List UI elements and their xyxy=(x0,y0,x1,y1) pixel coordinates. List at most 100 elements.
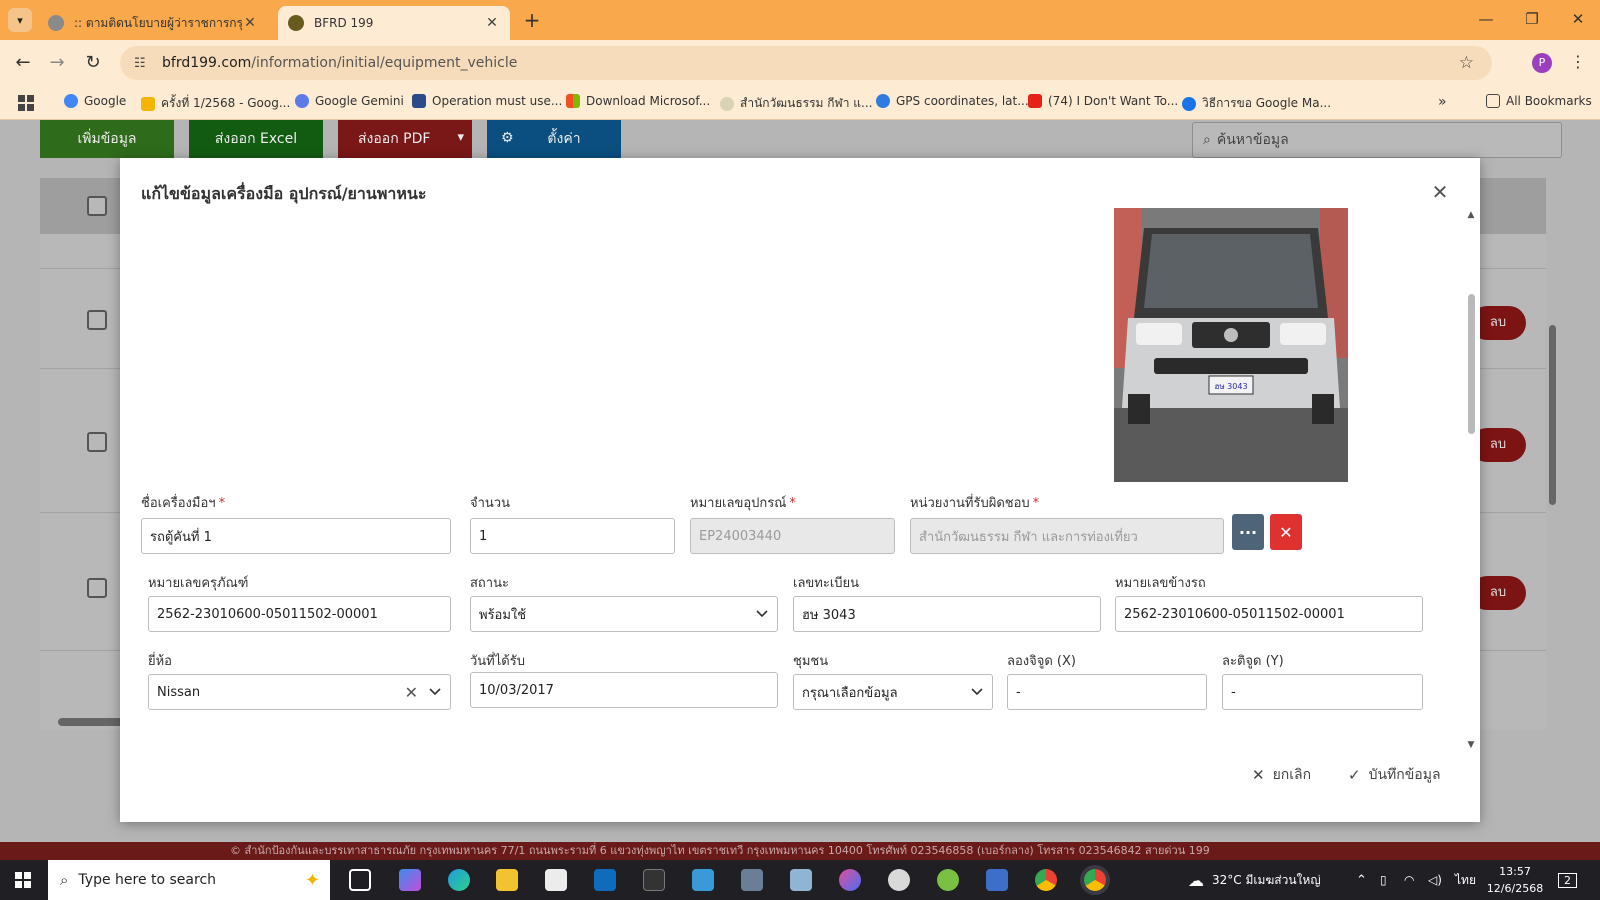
asset-no-input[interactable]: 2562-23010600-05011502-00001 xyxy=(148,596,451,632)
add-data-button[interactable]: เพิ่มข้อมูล xyxy=(40,120,174,158)
restore-icon[interactable]: ❐ xyxy=(1522,10,1542,28)
edge-icon[interactable] xyxy=(448,869,470,891)
palette-icon[interactable] xyxy=(888,869,910,891)
store-icon[interactable] xyxy=(545,869,567,891)
bookmark-drive[interactable]: ครั้งที่ 1/2568 - Goog... xyxy=(141,94,290,113)
export-pdf-button[interactable]: ส่งออก PDF ▾ xyxy=(338,120,472,158)
equipment-name-input[interactable]: รถตู้คันที่ 1 xyxy=(141,518,451,554)
community-select[interactable]: กรุณาเลือกข้อมูล xyxy=(793,674,993,710)
apps-grid-icon[interactable] xyxy=(18,95,34,111)
calculator-icon[interactable] xyxy=(741,869,763,891)
bookmark-google[interactable]: Google xyxy=(64,94,126,108)
google-icon xyxy=(64,94,78,108)
bookmark-youtube[interactable]: (74) I Don't Want To... xyxy=(1028,94,1178,108)
copilot-icon[interactable] xyxy=(399,869,421,891)
windows-start-icon[interactable] xyxy=(15,872,31,888)
status-label: สถานะ xyxy=(470,576,509,591)
qgis-icon[interactable] xyxy=(937,869,959,891)
bookmark-gps[interactable]: GPS coordinates, lat... xyxy=(876,94,1029,108)
side-no-input[interactable]: 2562-23010600-05011502-00001 xyxy=(1115,596,1423,632)
brand-select[interactable]: Nissan ✕ xyxy=(148,674,451,710)
name-label: ชื่อเครื่องมือฯ * xyxy=(141,496,226,511)
modal-vertical-scrollbar[interactable]: ▲ ▼ xyxy=(1466,210,1476,750)
chrome-profile-icon[interactable] xyxy=(1084,869,1106,891)
wifi-icon[interactable]: ◠ xyxy=(1404,860,1414,900)
gear-icon: ⚙ xyxy=(501,130,514,146)
horizontal-scrollbar[interactable] xyxy=(58,718,128,726)
select-all-checkbox[interactable] xyxy=(87,196,107,216)
bookmark-star-icon[interactable]: ☆ xyxy=(1459,53,1474,73)
row-checkbox[interactable] xyxy=(87,310,107,330)
back-icon[interactable]: ← xyxy=(12,52,34,74)
scrollbar-thumb[interactable] xyxy=(1468,294,1475,434)
longitude-input[interactable]: - xyxy=(1007,674,1207,710)
bookmark-google-maps[interactable]: วิธีการขอ Google Ma... xyxy=(1182,94,1331,113)
export-excel-button[interactable]: ส่งออก Excel xyxy=(189,120,323,158)
notepad-icon[interactable] xyxy=(790,869,812,891)
more-dots-icon: ··· xyxy=(1238,522,1258,542)
all-bookmarks[interactable]: All Bookmarks xyxy=(1486,94,1592,108)
profile-avatar[interactable]: P xyxy=(1532,53,1552,73)
language-indicator[interactable]: ไทย xyxy=(1455,860,1476,900)
close-tab-icon[interactable]: ✕ xyxy=(242,15,258,31)
more-bookmarks-icon[interactable]: » xyxy=(1438,94,1447,110)
row-checkbox[interactable] xyxy=(87,432,107,452)
cancel-button[interactable]: ✕ ยกเลิก xyxy=(1252,764,1311,786)
received-date-input[interactable]: 10/03/2017 xyxy=(470,672,778,708)
bookmark-microsoft[interactable]: Download Microsof... xyxy=(566,94,710,108)
select-agency-button[interactable]: ··· xyxy=(1232,514,1264,550)
taskbar-search-input[interactable]: ⌕ Type here to search ✦ xyxy=(48,860,330,900)
latitude-input[interactable]: - xyxy=(1222,674,1423,710)
address-bar[interactable]: ☷ bfrd199.com/information/initial/equipm… xyxy=(120,46,1492,80)
window-close-icon[interactable]: ✕ xyxy=(1568,10,1588,28)
new-tab-icon[interactable]: + xyxy=(520,8,544,32)
bookmark-culture[interactable]: สำนักวัฒนธรรม กีฬา แ... xyxy=(720,94,872,113)
weather-widget[interactable]: ☁ 32°C มีเมฆส่วนใหญ่ xyxy=(1188,860,1321,900)
search-input[interactable]: ⌕ ค้นหาข้อมูล xyxy=(1192,122,1562,158)
close-icon: ✕ xyxy=(1279,522,1293,542)
save-button[interactable]: ✓ บันทึกข้อมูล xyxy=(1348,764,1441,786)
scroll-up-icon[interactable]: ▲ xyxy=(1466,210,1476,220)
tab-search-button[interactable]: ▾ xyxy=(8,8,32,32)
table-vertical-scrollbar[interactable] xyxy=(1549,325,1556,505)
scroll-cutoff xyxy=(120,744,1466,748)
scroll-down-icon[interactable]: ▼ xyxy=(1466,740,1476,750)
row-checkbox[interactable] xyxy=(87,578,107,598)
meet-icon[interactable]: ▯ xyxy=(1380,860,1387,900)
status-select[interactable]: พร้อมใช้ xyxy=(470,596,778,632)
bookmark-gemini[interactable]: Google Gemini xyxy=(295,94,404,108)
search-placeholder: ค้นหาข้อมูล xyxy=(1216,132,1289,148)
paint-icon[interactable] xyxy=(839,869,861,891)
settings-button[interactable]: ⚙ ตั้งค่า xyxy=(487,120,621,158)
minimize-icon[interactable]: — xyxy=(1476,10,1496,28)
bookmark-operation[interactable]: Operation must use... xyxy=(412,94,562,108)
youtube-icon xyxy=(1028,94,1042,108)
file-explorer-icon[interactable] xyxy=(496,869,518,891)
task-view-icon[interactable] xyxy=(349,869,371,891)
clear-selection-icon[interactable]: ✕ xyxy=(405,683,418,702)
close-icon[interactable]: ✕ xyxy=(1430,180,1450,204)
browser-tab-active[interactable]: BFRD 199 ✕ xyxy=(278,6,510,40)
chrome-icon[interactable] xyxy=(1035,869,1057,891)
chrome-menu-icon[interactable]: ⋮ xyxy=(1570,52,1586,71)
site-settings-icon[interactable]: ☷ xyxy=(134,56,152,71)
dropdown-chevron-icon[interactable]: ▾ xyxy=(457,130,464,145)
tray-overflow-icon[interactable]: ⌃ xyxy=(1356,860,1367,900)
forward-icon[interactable]: → xyxy=(46,52,68,74)
volume-icon[interactable]: ◁) xyxy=(1428,860,1442,900)
received-date-label: วันที่ได้รับ xyxy=(470,654,525,669)
remote-desktop-icon[interactable] xyxy=(692,869,714,891)
terminal-icon[interactable] xyxy=(643,869,665,891)
quantity-input[interactable]: 1 xyxy=(470,518,675,554)
clear-agency-button[interactable]: ✕ xyxy=(1270,514,1302,550)
admin-tool-icon[interactable] xyxy=(986,869,1008,891)
outlook-icon[interactable] xyxy=(594,869,616,891)
notification-center-icon[interactable]: 2 xyxy=(1558,860,1577,900)
reload-icon[interactable]: ↻ xyxy=(82,52,104,74)
chevron-down-icon: ▾ xyxy=(17,13,23,27)
browser-tab-inactive[interactable]: :: ตามติดนโยบายผู้ว่าราชการกรุงเทพมหานคร… xyxy=(38,6,268,40)
clock[interactable]: 13:57 12/6/2568 xyxy=(1485,863,1545,897)
close-tab-icon[interactable]: ✕ xyxy=(484,15,500,31)
url-host: bfrd199.com xyxy=(162,55,252,71)
plate-input[interactable]: ฮษ 3043 xyxy=(793,596,1101,632)
